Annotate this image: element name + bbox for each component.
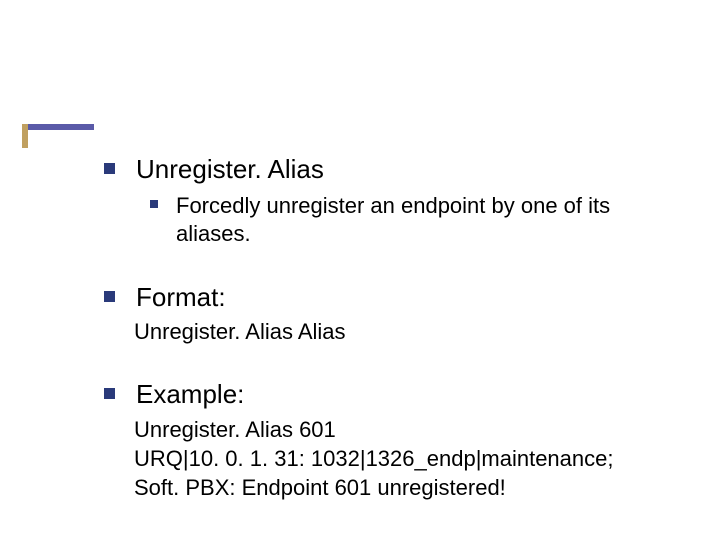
example-line-3: Soft. PBX: Endpoint 601 unregistered! [134,473,650,502]
bullet-item-format: Format: Unregister. Alias Alias [110,281,650,347]
format-body: Unregister. Alias Alias [134,317,650,346]
level1-text: Format: [136,281,650,314]
accent-vertical-bar [22,124,28,148]
level1-text: Example: [136,378,650,411]
example-line-2: URQ|10. 0. 1. 31: 1032|1326_endp|mainten… [134,444,650,473]
square-bullet-icon [104,291,115,302]
accent-horizontal-bar [22,124,94,130]
level1-text: Unregister. Alias [136,153,650,186]
slide: Unregister. Alias Forcedly unregister an… [0,0,720,540]
content-area: Unregister. Alias Forcedly unregister an… [110,153,650,510]
spacer [110,354,650,378]
corner-accent [22,124,94,148]
bullet-item-unregister-alias: Unregister. Alias Forcedly unregister an… [110,153,650,249]
square-bullet-icon [104,163,115,174]
square-bullet-icon [150,200,158,208]
square-bullet-icon [104,388,115,399]
bullet-item-description: Forcedly unregister an endpoint by one o… [154,192,650,249]
level2-text: Forcedly unregister an endpoint by one o… [176,192,650,249]
bullet-item-example: Example: Unregister. Alias 601 URQ|10. 0… [110,378,650,502]
spacer [110,257,650,281]
example-line-1: Unregister. Alias 601 [134,415,650,444]
